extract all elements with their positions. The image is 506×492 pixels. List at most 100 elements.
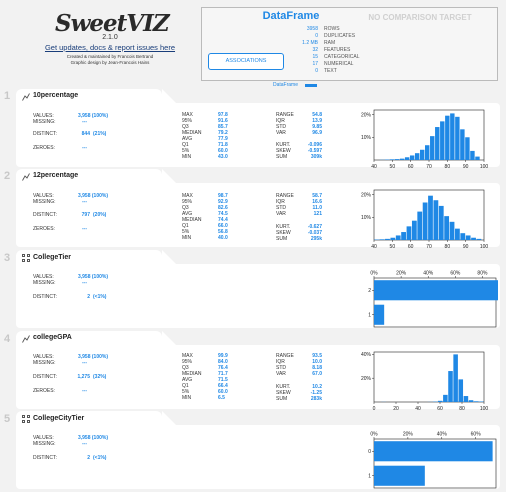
feature-title: 12percentage [33,172,79,179]
sum-value: 309k [310,154,322,160]
missing-value: --- [82,360,87,366]
numeric-chart-icon [22,93,30,101]
x-tick-label: 40 [415,406,421,412]
histogram-bar [409,155,415,160]
summary-label: ROWS [324,26,340,32]
x-tick-label: 40% [437,432,448,438]
zeroes-value: --- [82,388,87,394]
x-tick-label: 70 [426,164,432,170]
summary-label: FEATURES [324,47,351,53]
summary-value: 15 [312,54,318,60]
x-tick-label: 20 [393,406,399,412]
frequency-chart-collegetier: 0% 20% 40% 60% 80% 2 1 [368,271,498,328]
category-bar [374,465,425,486]
histogram-bar [476,238,482,240]
histogram-bar [414,153,420,160]
updates-link[interactable]: Get updates, docs & report issues here [30,43,190,52]
summary-value: 17 [312,61,318,67]
distinct-value: 1,275 [77,374,90,380]
distinct-label: DISTINCT: [33,374,57,380]
x-tick-label: 90 [463,164,469,170]
histogram-bar [448,371,453,402]
sum-label: SUM [276,236,288,242]
numeric-chart-icon [22,173,30,181]
credit-line-2: Graphic design by Jean-Francois Hains [70,60,150,65]
histogram-12percentage: 40 50 60 70 80 90 100 10% 20% [361,189,488,250]
zeroes-value: --- [82,226,87,232]
feature-number: 3 [4,252,11,264]
histogram-bar [440,121,445,160]
missing-label: MISSING: [33,360,56,366]
feature-number: 4 [4,333,11,345]
y-tick-label: 40% [361,352,372,358]
summary-label: RAM [324,40,336,46]
associations-button[interactable]: ASSOCIATIONS [208,53,284,70]
sum-label: SUM [276,154,288,160]
y-tick-label: 20% [361,112,372,118]
missing-label: MISSING: [33,441,56,447]
x-tick-label: 60% [471,432,482,438]
summary-label: CATEGORICAL [324,54,360,60]
histogram-bar [389,159,395,160]
missing-value: --- [82,199,87,205]
histogram-bar [455,116,460,160]
distinct-percent: (<1%) [93,294,107,300]
histogram-bar [458,379,464,402]
x-tick-label: 80 [445,164,451,170]
distinct-label: DISTINCT: [33,131,57,137]
zeroes-label: ZEROES: [33,388,55,394]
var-value: 67.0 [312,371,322,377]
x-tick-label: 60% [450,271,461,277]
feature-number: 1 [4,90,11,102]
var-value: 121 [313,211,322,217]
histogram-bar [437,400,443,402]
x-tick-label: 70 [426,244,432,250]
x-tick-label: 40 [371,164,377,170]
histogram-bar [379,239,385,240]
histogram-bar [444,216,450,240]
histogram-bar [399,158,405,160]
missing-value: --- [82,280,87,286]
missing-label: MISSING: [33,119,56,125]
x-tick-label: 80 [459,406,465,412]
histogram-bar [406,226,412,240]
var-label: VAR [276,211,286,217]
x-tick-label: 0% [370,271,378,277]
categorical-grid-icon [22,254,30,262]
histogram-bar [460,233,466,240]
histogram-bar [385,238,390,240]
var-value: 96.9 [312,130,322,136]
histogram-collegegpa: 0 20 40 60 80 100 20% 40% [361,351,488,412]
x-tick-label: 50 [390,164,396,170]
distinct-percent: (20%) [93,212,107,218]
x-tick-label: 20% [396,271,407,277]
histogram-bar [460,129,465,160]
x-tick-label: 20% [403,432,414,438]
plot-frame [373,351,485,403]
histogram-bar [450,113,455,160]
histogram-bar [465,137,470,160]
histogram-bar [394,159,400,160]
sum-value: 283k [310,396,322,402]
histogram-bar [401,232,406,240]
min-label: MIN [182,235,192,241]
var-label: VAR [276,130,286,136]
histogram-bar [404,157,410,160]
distinct-percent: (21%) [93,131,107,137]
histogram-bar [473,401,479,402]
histogram-bar [463,396,469,402]
summary-value: 3958 [306,26,318,32]
x-tick-label: 40 [371,244,377,250]
distinct-percent: (<1%) [93,455,107,461]
x-tick-label: 60 [408,164,414,170]
x-tick-label: 100 [480,164,489,170]
distinct-value: 2 [87,455,90,461]
category-label: 1 [368,474,371,480]
feature-title: CollegeCityTier [33,415,85,422]
histogram-bar [435,127,440,160]
sum-value: 295k [310,236,322,242]
histogram-bar [430,136,435,160]
zeroes-label: ZEROES: [33,226,55,232]
dataframe-color-swatch [305,84,317,87]
histogram-bar [411,220,417,240]
